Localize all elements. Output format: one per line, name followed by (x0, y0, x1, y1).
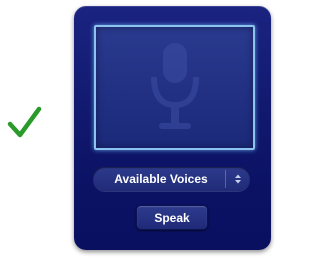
voice-select-label: Available Voices (114, 172, 208, 186)
microphone-icon (150, 43, 199, 129)
stage: Available Voices Speak (0, 0, 287, 265)
speak-button[interactable]: Speak (136, 205, 208, 230)
up-down-arrows-icon[interactable] (226, 167, 250, 191)
voice-display (94, 25, 255, 150)
checkmark-icon (7, 106, 42, 138)
voice-select[interactable]: Available Voices (93, 167, 250, 191)
speech-widget: Available Voices Speak (74, 6, 271, 250)
